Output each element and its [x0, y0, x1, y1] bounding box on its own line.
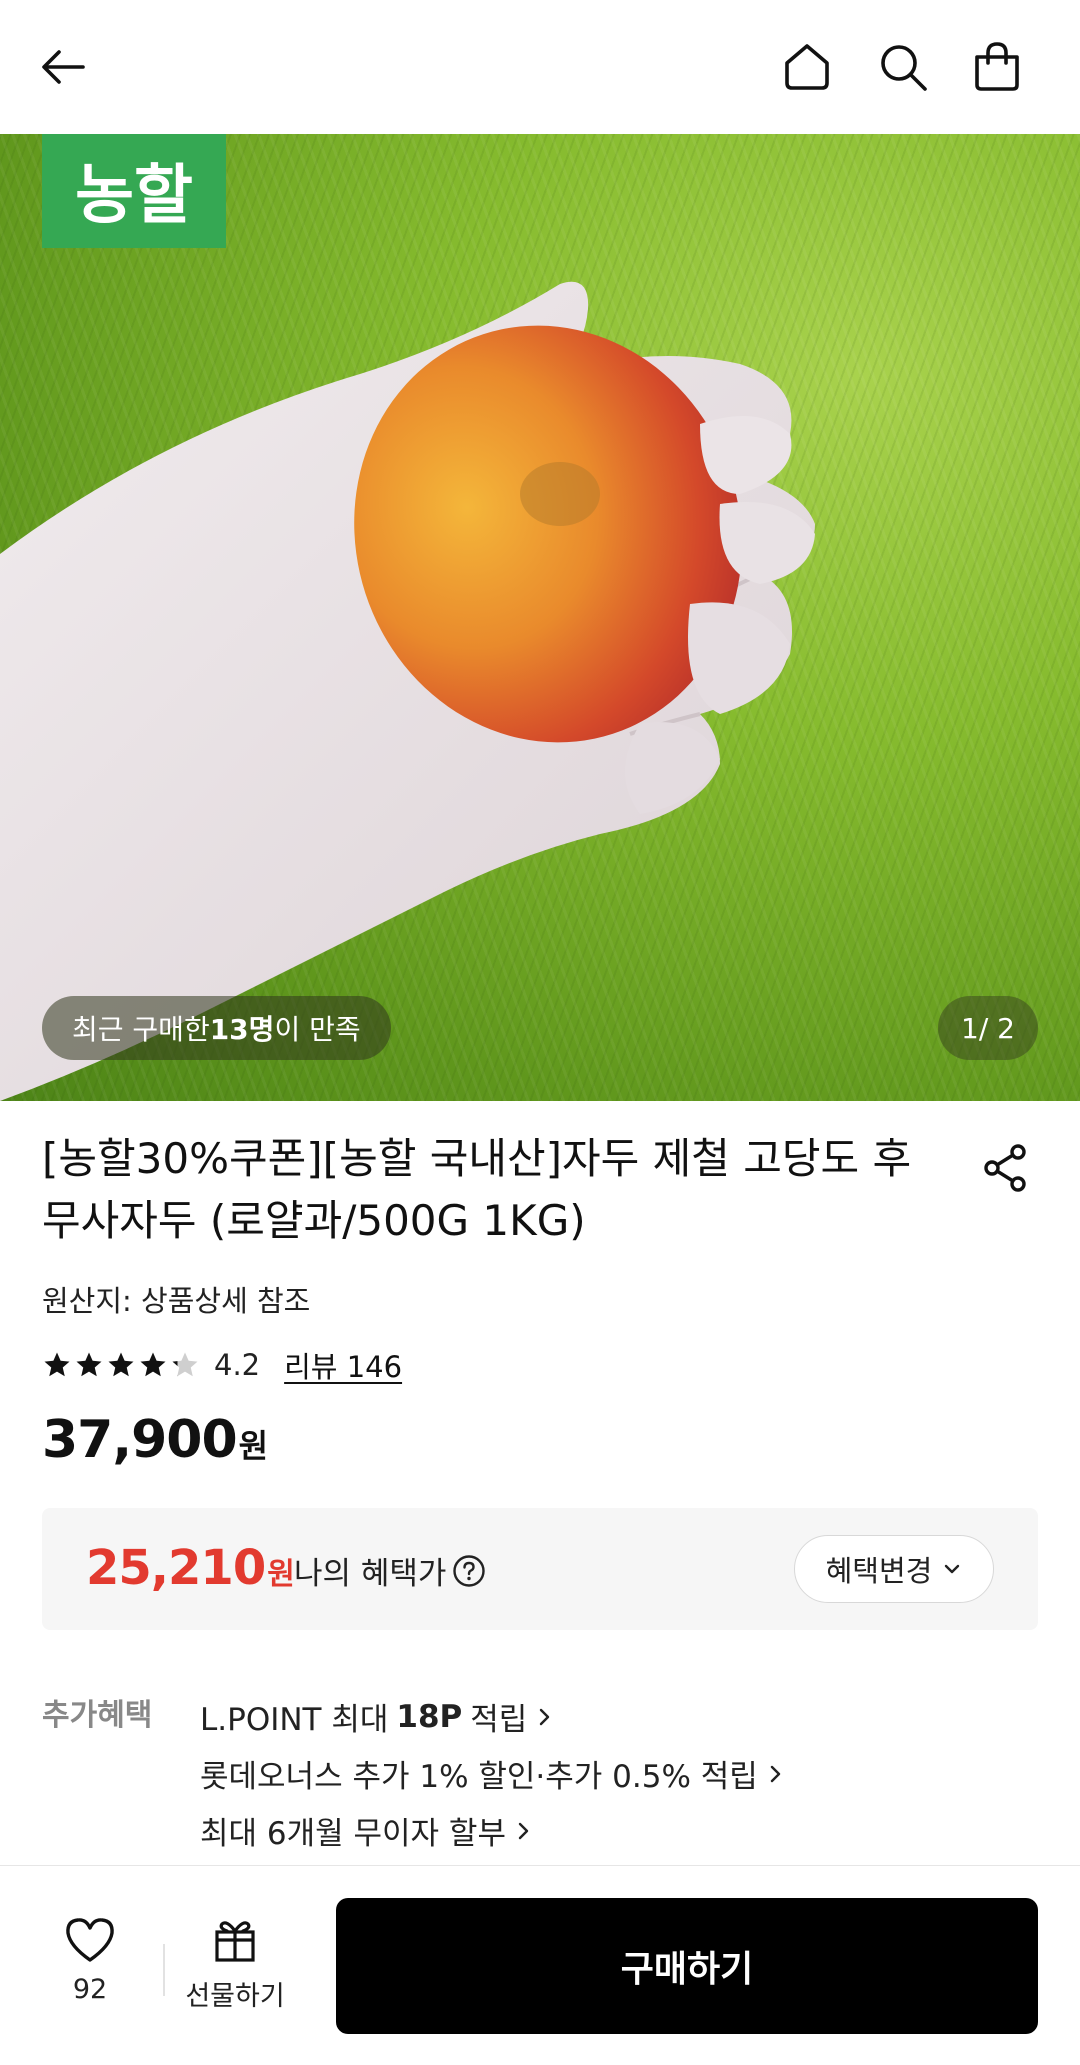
product-title: [농할30%쿠폰][농할 국내산]자두 제철 고당도 후무사자두 (로얄과/50… — [42, 1134, 912, 1245]
brand-badge-text: 농할 — [75, 159, 193, 233]
home-button[interactable] — [772, 32, 842, 102]
gift-label: 선물하기 — [185, 1981, 285, 2012]
brand-badge: 농할 — [42, 134, 226, 248]
bottom-action-bar: 92 선물하기 구매하기 — [0, 1865, 1080, 2065]
extra-benefit-lpoint[interactable]: L.POINT 최대 18P 적립 — [200, 1688, 784, 1745]
satisfaction-count: 13명 — [209, 1013, 275, 1046]
extra-benefit-installment[interactable]: 최대 6개월 무이자 할부 — [200, 1802, 784, 1859]
back-arrow-icon — [42, 50, 85, 84]
star-filled-icon — [108, 1352, 134, 1377]
star-filled-icon — [140, 1352, 166, 1377]
extra-benefits-list: L.POINT 최대 18P 적립 롯데오너스 추가 1% 할인·추가 0.5%… — [200, 1688, 784, 1859]
top-app-bar — [0, 0, 1080, 134]
price-amount: 37,900 — [42, 1410, 238, 1470]
extra-benefit-lotte-owners[interactable]: 롯데오너스 추가 1% 할인·추가 0.5% 적립 — [200, 1745, 784, 1802]
heart-icon — [66, 1918, 114, 1962]
back-button[interactable] — [28, 32, 98, 102]
benefit-price: 25,210 원 — [86, 1540, 295, 1596]
rating-value: 4.2 — [214, 1348, 261, 1382]
home-icon — [785, 44, 829, 90]
satisfaction-prefix: 최근 구매한 — [72, 1013, 210, 1046]
buy-button[interactable]: 구매하기 — [336, 1898, 1038, 2034]
chevron-right-icon — [516, 1820, 532, 1842]
chevron-right-icon — [537, 1706, 553, 1728]
original-price: 37,900 원 — [42, 1410, 268, 1470]
help-button[interactable] — [452, 1554, 486, 1588]
extra-benefit-text: 적립 — [470, 1702, 528, 1738]
share-icon — [984, 1144, 1026, 1192]
like-button[interactable]: 92 — [40, 1916, 140, 2026]
like-count: 92 — [72, 1974, 108, 2005]
search-icon — [881, 45, 927, 91]
benefit-change-label: 혜택변경 — [825, 1554, 933, 1588]
benefit-label: 나의 혜택가 — [294, 1548, 486, 1593]
gift-icon — [215, 1921, 255, 1962]
product-photo — [0, 281, 815, 1101]
question-circle-icon — [453, 1554, 486, 1587]
origin-info: 원산지: 상품상세 참조 — [42, 1284, 311, 1318]
benefit-label-text: 나의 혜택가 — [294, 1556, 447, 1592]
benefit-price-amount: 25,210 — [86, 1540, 266, 1596]
chevron-down-icon — [945, 1564, 960, 1574]
bottom-divider — [163, 1944, 165, 1996]
star-filled-icon — [76, 1352, 102, 1377]
extra-benefit-bold: 18P — [396, 1698, 463, 1735]
benefit-change-button[interactable]: 혜택변경 — [794, 1535, 994, 1603]
price-unit: 원 — [238, 1427, 269, 1465]
extra-benefit-text: 롯데오너스 추가 1% 할인·추가 0.5% 적립 — [200, 1759, 758, 1795]
product-image-carousel[interactable]: 농할 최근 구매한 13명 이 만족 1/ 2 — [0, 134, 1080, 1101]
share-button[interactable] — [976, 1138, 1036, 1198]
review-count-link[interactable]: 리뷰 146 — [284, 1344, 402, 1386]
shopping-bag-icon — [975, 42, 1019, 91]
extra-benefit-text: L.POINT 최대 — [200, 1702, 389, 1738]
extra-benefits-label: 추가혜택 — [42, 1698, 153, 1733]
image-page-indicator: 1/ 2 — [938, 996, 1038, 1060]
benefit-price-unit: 원 — [267, 1557, 295, 1592]
chevron-right-icon — [768, 1763, 784, 1785]
search-button[interactable] — [868, 32, 938, 102]
gift-button[interactable]: 선물하기 — [180, 1916, 290, 2026]
benefit-price-box: 25,210 원 나의 혜택가 혜택변경 — [42, 1508, 1038, 1630]
satisfaction-suffix: 이 만족 — [274, 1013, 361, 1046]
star-partial-icon — [172, 1352, 198, 1377]
satisfaction-badge: 최근 구매한 13명 이 만족 — [42, 996, 391, 1060]
shopping-bag-button[interactable] — [962, 32, 1032, 102]
rating-row: 4.2 리뷰 146 — [42, 1345, 402, 1385]
star-filled-icon — [44, 1352, 70, 1377]
extra-benefit-text: 최대 6개월 무이자 할부 — [200, 1816, 506, 1852]
rating-stars — [42, 1350, 200, 1380]
